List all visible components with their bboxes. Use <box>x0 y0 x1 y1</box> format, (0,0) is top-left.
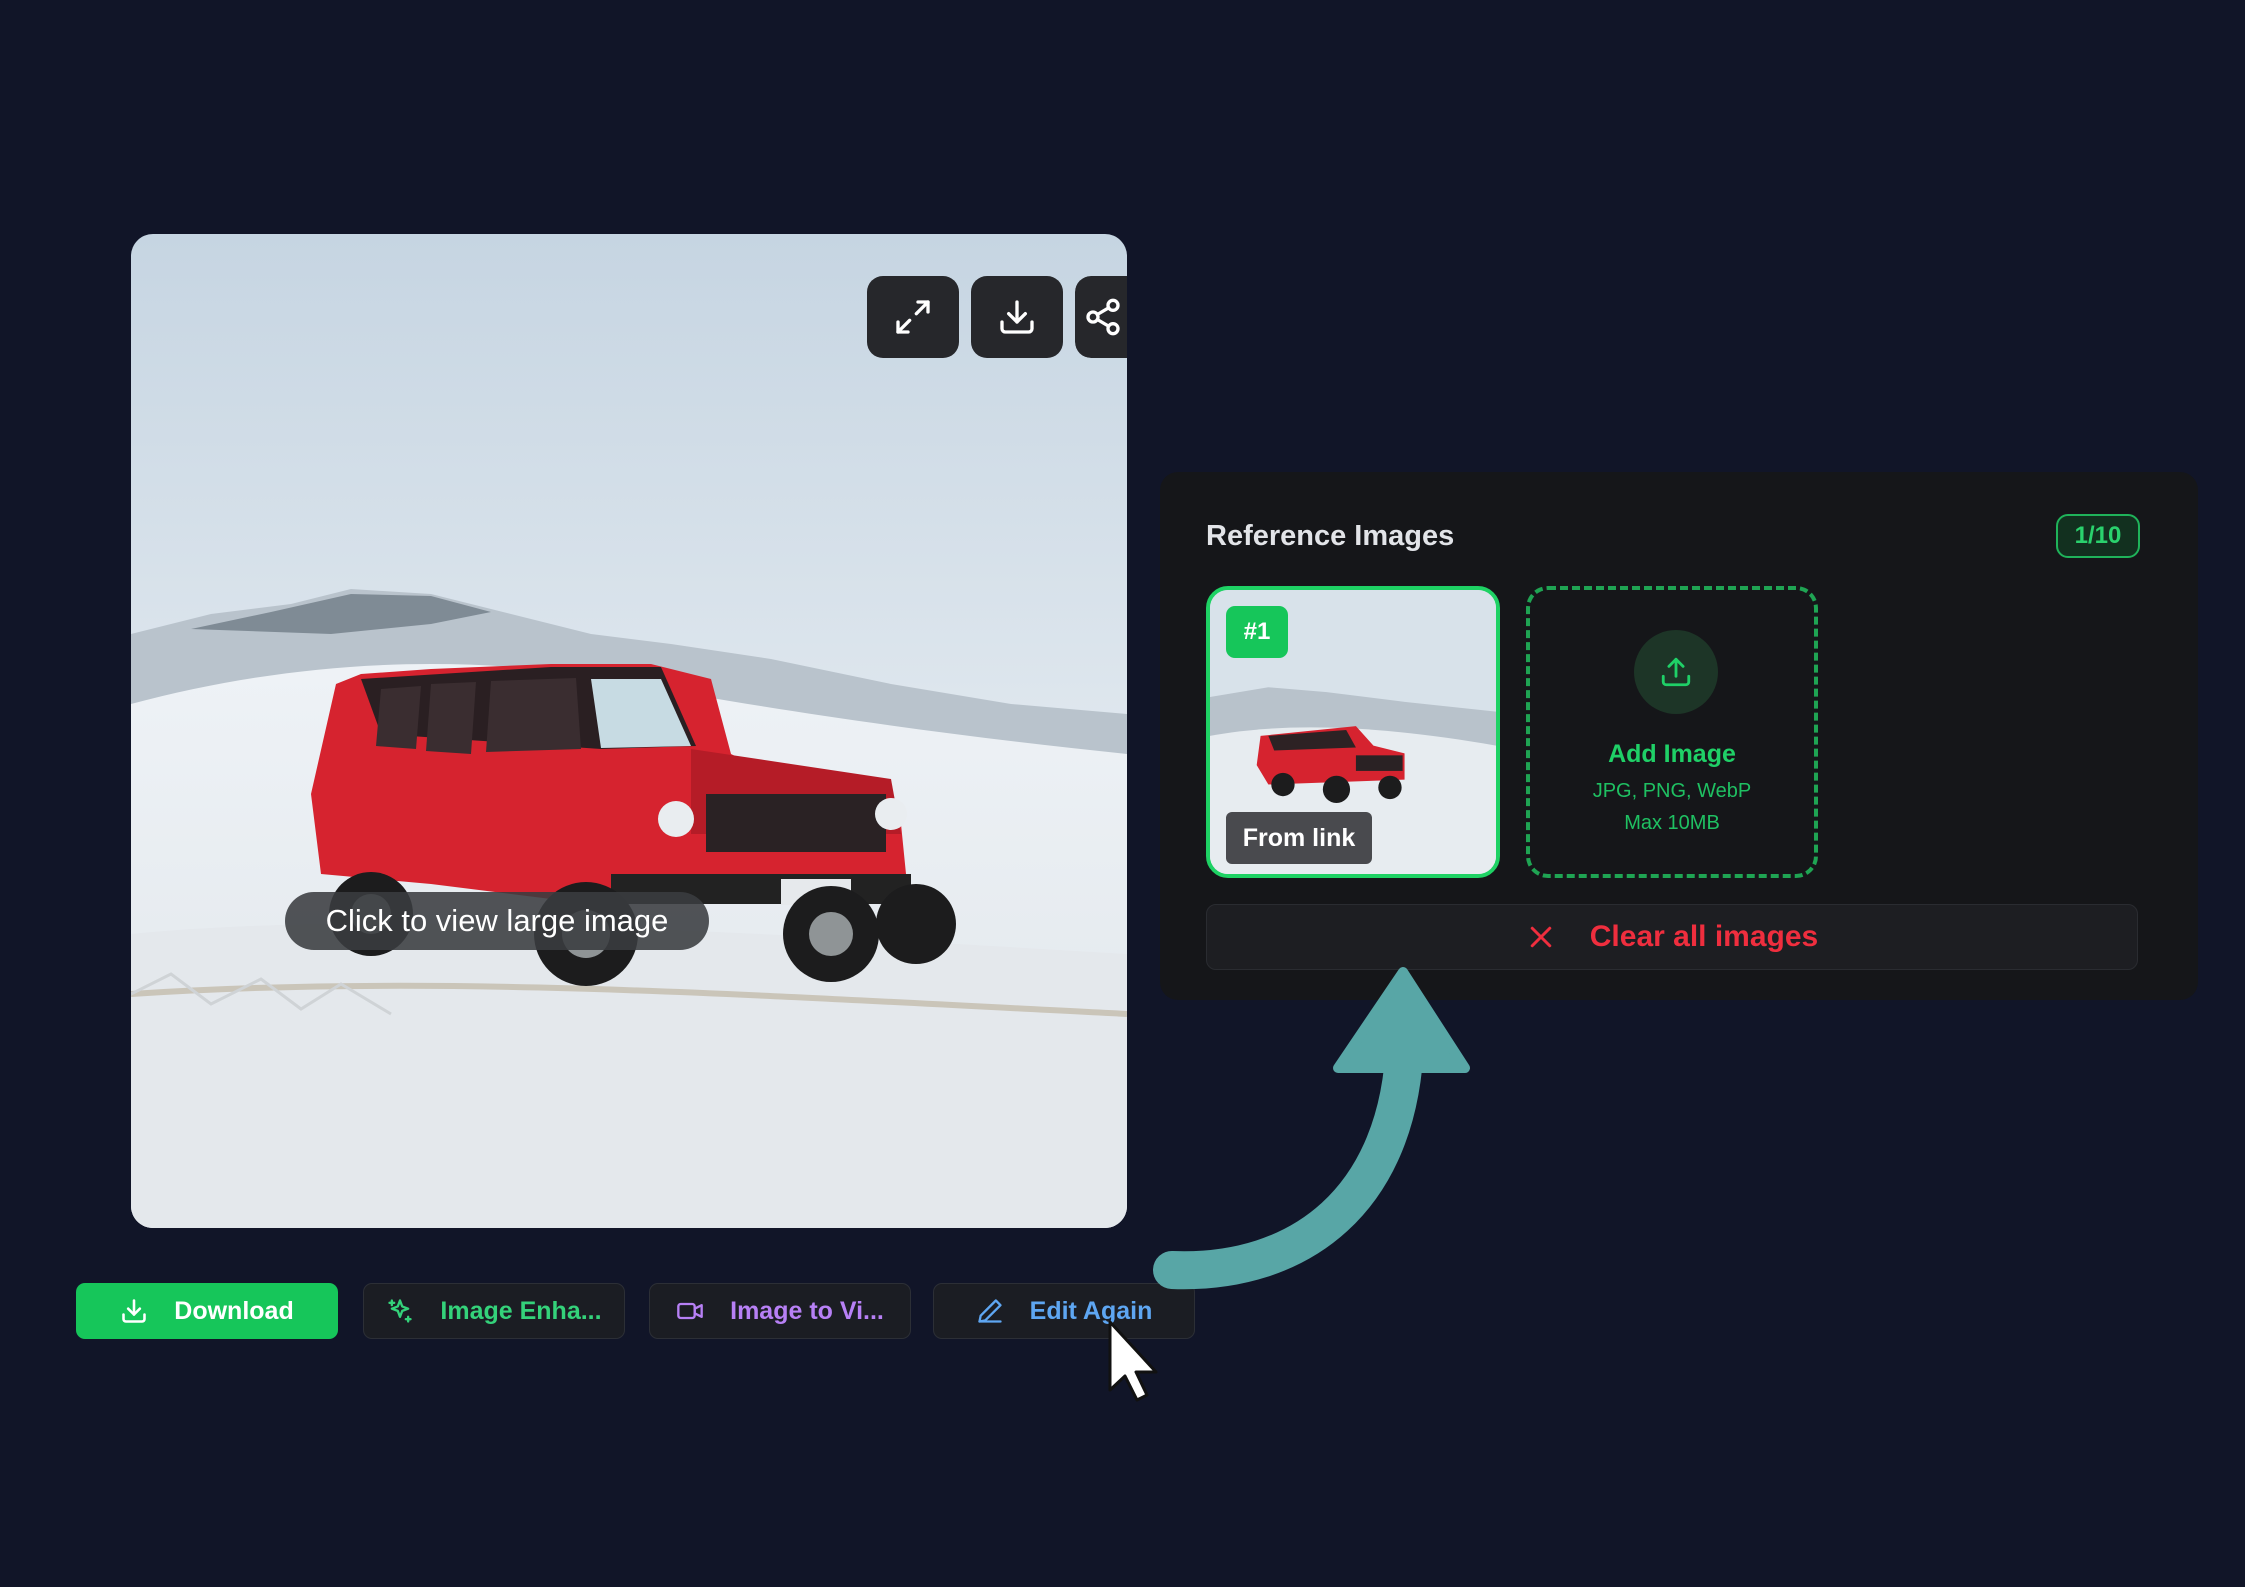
download-icon <box>122 1299 147 1323</box>
share-button[interactable] <box>1075 276 1127 358</box>
reference-thumbnail[interactable]: #1 From link <box>1206 586 1500 878</box>
sparkle-icon <box>388 1299 413 1323</box>
upload-icon-circle <box>1634 630 1718 714</box>
download-button-label: Download <box>174 1296 294 1325</box>
accepted-formats: JPG, PNG, WebP <box>1592 780 1752 802</box>
jeep-snow-photo <box>131 234 1127 1228</box>
expand-button[interactable] <box>867 276 959 358</box>
reference-images-title: Reference Images <box>1206 520 1455 552</box>
pencil-icon <box>977 1299 1002 1323</box>
image-enhance-label: Image Enha... <box>440 1296 602 1325</box>
image-to-video-label: Image to Vi... <box>730 1296 884 1325</box>
download-button[interactable]: Download <box>76 1283 338 1339</box>
upload-icon <box>1661 657 1691 687</box>
add-image-dropzone[interactable]: Add Image JPG, PNG, WebP Max 10MB <box>1526 586 1818 878</box>
image-count-badge: 1/10 <box>2056 514 2140 558</box>
from-link-label: From link <box>1226 812 1372 864</box>
close-icon <box>1530 926 1552 948</box>
view-large-image-pill[interactable]: Click to view large image <box>285 892 709 950</box>
max-size-label: Max 10MB <box>1624 812 1720 834</box>
curved-arrow-icon <box>1153 967 1470 1290</box>
edit-again-button[interactable]: Edit Again <box>933 1283 1195 1339</box>
download-icon <box>1000 300 1034 334</box>
expand-icon <box>896 300 930 334</box>
reference-images-panel: Reference Images 1/10 #1 From link Add I… <box>1160 472 2198 1000</box>
video-icon <box>677 1302 703 1320</box>
clear-all-images-button[interactable]: Clear all images <box>1206 904 2138 970</box>
edit-again-label: Edit Again <box>1029 1296 1153 1325</box>
add-image-label: Add Image <box>1608 740 1736 768</box>
clear-all-images-label: Clear all images <box>1589 920 1819 953</box>
image-to-video-button[interactable]: Image to Vi... <box>649 1283 911 1339</box>
image-enhance-button[interactable]: Image Enha... <box>363 1283 625 1339</box>
result-image[interactable] <box>131 234 1127 1228</box>
thumbnail-index-badge: #1 <box>1226 606 1288 658</box>
download-image-button[interactable] <box>971 276 1063 358</box>
share-icon <box>1086 298 1120 336</box>
